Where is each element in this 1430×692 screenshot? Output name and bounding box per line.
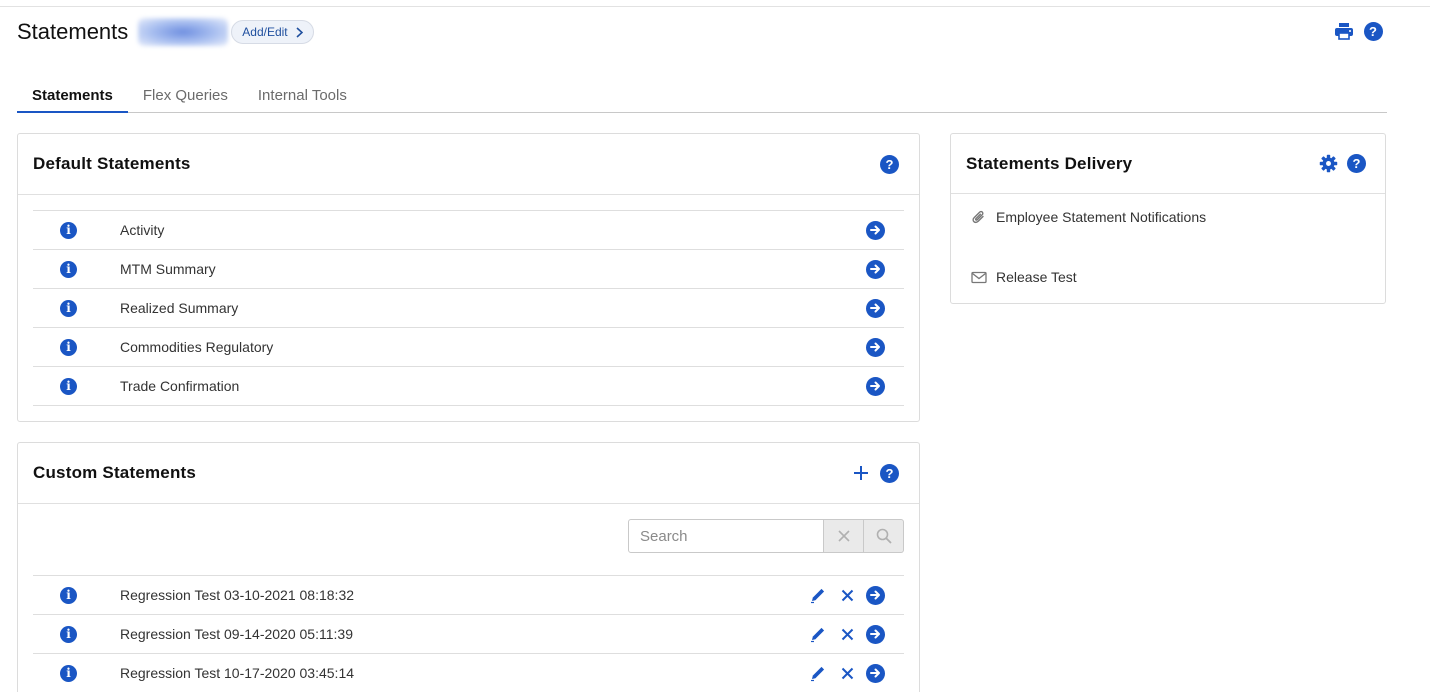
statement-label: Realized Summary bbox=[120, 300, 239, 316]
delivery-item-release-test[interactable]: Release Test bbox=[971, 269, 1077, 285]
edit-pencil-icon[interactable] bbox=[808, 585, 828, 605]
statement-label: Trade Confirmation bbox=[120, 378, 240, 394]
statement-label: MTM Summary bbox=[120, 261, 216, 277]
arrow-right-icon[interactable] bbox=[866, 376, 885, 396]
arrow-right-icon[interactable] bbox=[866, 624, 885, 644]
custom-statements-title: Custom Statements bbox=[33, 463, 197, 482]
list-item: i Regression Test 09-14-2020 05:11:39 bbox=[33, 615, 904, 654]
list-item: i Activity bbox=[33, 211, 904, 250]
list-item: i MTM Summary bbox=[33, 250, 904, 289]
search-button[interactable] bbox=[864, 519, 904, 553]
default-statements-title: Default Statements bbox=[33, 154, 191, 173]
tab-statements[interactable]: Statements bbox=[17, 82, 128, 113]
arrow-right-icon[interactable] bbox=[866, 663, 885, 683]
search-input[interactable] bbox=[628, 519, 824, 553]
page-help-icon[interactable]: ? bbox=[1363, 21, 1383, 41]
statement-label: Regression Test 09-14-2020 05:11:39 bbox=[120, 626, 353, 642]
statement-label: Commodities Regulatory bbox=[120, 339, 274, 355]
edit-pencil-icon[interactable] bbox=[808, 663, 828, 683]
list-item: i Realized Summary bbox=[33, 289, 904, 328]
list-item: i Trade Confirmation bbox=[33, 367, 904, 406]
gear-icon[interactable] bbox=[1318, 154, 1338, 174]
info-icon[interactable]: i bbox=[60, 664, 77, 682]
info-icon[interactable]: i bbox=[60, 377, 77, 395]
custom-statements-header: Custom Statements ? bbox=[18, 443, 919, 504]
edit-pencil-icon[interactable] bbox=[808, 624, 828, 644]
statements-delivery-title: Statements Delivery bbox=[966, 153, 1133, 173]
statement-label: Activity bbox=[120, 222, 165, 238]
tab-internal-tools[interactable]: Internal Tools bbox=[243, 82, 362, 112]
statement-label: Regression Test 10-17-2020 03:45:14 bbox=[120, 665, 355, 681]
info-icon[interactable]: i bbox=[60, 586, 77, 604]
default-statements-help-icon[interactable]: ? bbox=[880, 154, 899, 174]
print-icon[interactable] bbox=[1334, 21, 1354, 41]
info-icon[interactable]: i bbox=[60, 338, 77, 356]
add-edit-label: Add/Edit bbox=[242, 25, 288, 39]
info-icon[interactable]: i bbox=[60, 221, 77, 239]
statements-delivery-header: Statements Delivery ? bbox=[951, 134, 1385, 194]
arrow-right-icon[interactable] bbox=[866, 259, 885, 279]
account-selector-redacted[interactable] bbox=[138, 18, 229, 46]
custom-statements-help-icon[interactable]: ? bbox=[880, 463, 899, 483]
arrow-right-icon[interactable] bbox=[866, 298, 885, 318]
list-item: i Commodities Regulatory bbox=[33, 328, 904, 367]
chevron-right-icon bbox=[296, 26, 303, 38]
custom-statements-list: i Regression Test 03-10-2021 08:18:32 i … bbox=[33, 575, 904, 692]
statements-delivery-help-icon[interactable]: ? bbox=[1347, 154, 1366, 173]
page-title: Statements bbox=[17, 19, 129, 44]
tab-flex-queries[interactable]: Flex Queries bbox=[128, 82, 243, 112]
tab-bar: Statements Flex Queries Internal Tools bbox=[17, 82, 1387, 113]
plus-icon[interactable] bbox=[851, 463, 871, 483]
list-item: i Regression Test 10-17-2020 03:45:14 bbox=[33, 654, 904, 692]
delete-x-icon[interactable] bbox=[837, 624, 857, 644]
arrow-right-icon[interactable] bbox=[866, 220, 885, 240]
info-icon[interactable]: i bbox=[60, 299, 77, 317]
delivery-item-label: Employee Statement Notifications bbox=[996, 209, 1207, 225]
clear-search-button[interactable] bbox=[824, 519, 864, 553]
statement-label: Regression Test 03-10-2021 08:18:32 bbox=[120, 587, 355, 603]
add-edit-button[interactable]: Add/Edit bbox=[231, 20, 314, 44]
info-icon[interactable]: i bbox=[60, 260, 77, 278]
default-statements-panel: Default Statements ? i Activity i MTM Su… bbox=[17, 133, 920, 422]
custom-search-group bbox=[628, 519, 904, 553]
delivery-item-employee-notifications[interactable]: Employee Statement Notifications bbox=[971, 209, 1206, 225]
default-statements-header: Default Statements ? bbox=[18, 134, 919, 195]
delete-x-icon[interactable] bbox=[837, 585, 857, 605]
top-divider bbox=[0, 6, 1430, 7]
default-statements-list: i Activity i MTM Summary i Realized Summ… bbox=[33, 210, 904, 406]
arrow-right-icon[interactable] bbox=[866, 337, 885, 357]
statements-delivery-panel: Statements Delivery ? Employee Statement… bbox=[950, 133, 1386, 304]
delete-x-icon[interactable] bbox=[837, 663, 857, 683]
delivery-item-label: Release Test bbox=[996, 269, 1077, 285]
page-tools: ? bbox=[1334, 21, 1383, 41]
custom-statements-panel: Custom Statements ? i Regression Test 03… bbox=[17, 442, 920, 692]
envelope-icon bbox=[971, 269, 987, 285]
arrow-right-icon[interactable] bbox=[866, 585, 885, 605]
info-icon[interactable]: i bbox=[60, 625, 77, 643]
page-header: Statements Add/Edit bbox=[17, 16, 314, 48]
search-icon bbox=[876, 528, 892, 544]
list-item: i Regression Test 03-10-2021 08:18:32 bbox=[33, 576, 904, 615]
close-icon bbox=[837, 530, 850, 542]
paperclip-icon bbox=[971, 209, 987, 225]
